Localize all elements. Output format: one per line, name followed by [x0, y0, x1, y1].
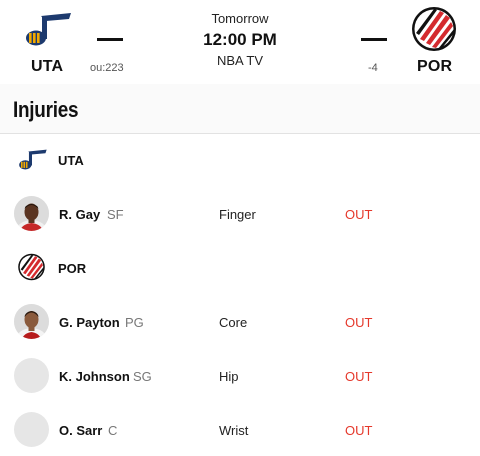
over-under-line: ou:223	[90, 62, 124, 74]
player-row[interactable]: G. Payton PG Core OUT	[0, 295, 480, 349]
injury-type: Hip	[219, 369, 239, 384]
injury-type: Wrist	[219, 423, 249, 438]
injury-status: OUT	[345, 207, 373, 222]
player-name: O. Sarr	[59, 423, 103, 438]
player-avatar	[14, 304, 49, 339]
player-avatar-placeholder	[14, 412, 49, 447]
game-day: Tomorrow	[211, 11, 269, 26]
player-name: G. Payton	[59, 315, 120, 330]
game-info: Tomorrow 12:00 PM NBA TV	[140, 10, 340, 69]
game-header: UTA ou:223 Tomorrow 12:00 PM NBA TV -4 P…	[0, 0, 480, 84]
blazers-pinwheel-icon[interactable]	[410, 3, 458, 55]
injury-type: Core	[219, 315, 248, 330]
home-team-abbr: POR	[417, 58, 453, 75]
player-name: R. Gay	[59, 207, 101, 222]
game-time: 12:00 PM	[203, 30, 277, 49]
player-position: PG	[125, 315, 144, 330]
player-row[interactable]: K. Johnson SG Hip OUT	[0, 349, 480, 403]
spread-line: -4	[368, 62, 378, 74]
injury-status: OUT	[345, 315, 373, 330]
home-score-dash	[361, 38, 387, 41]
away-team-abbr: UTA	[31, 58, 64, 75]
player-avatar	[14, 196, 49, 231]
tv-network: NBA TV	[216, 53, 263, 68]
away-score-dash	[97, 38, 123, 41]
player-name: K. Johnson	[59, 369, 130, 384]
player-avatar-placeholder	[14, 358, 49, 393]
blazers-pinwheel-icon	[18, 253, 45, 281]
player-position: SG	[133, 369, 152, 384]
player-photo-icon	[14, 304, 49, 339]
player-photo-icon	[14, 196, 49, 231]
injuries-header: Injuries	[0, 84, 480, 134]
team-row-por: POR	[0, 241, 480, 295]
player-row[interactable]: O. Sarr C Wrist OUT	[0, 403, 480, 456]
injury-status: OUT	[345, 369, 373, 384]
injury-status: OUT	[345, 423, 373, 438]
team-row-uta: UTA	[0, 133, 480, 187]
jazz-note-icon[interactable]	[21, 12, 73, 48]
team-name: POR	[58, 261, 87, 276]
player-row[interactable]: R. Gay SF Finger OUT	[0, 187, 480, 241]
injury-type: Finger	[219, 207, 256, 222]
player-position: C	[108, 423, 118, 438]
team-name: UTA	[58, 153, 84, 168]
jazz-note-icon	[19, 149, 47, 170]
section-title: Injuries	[13, 97, 79, 122]
player-position: SF	[107, 207, 124, 222]
